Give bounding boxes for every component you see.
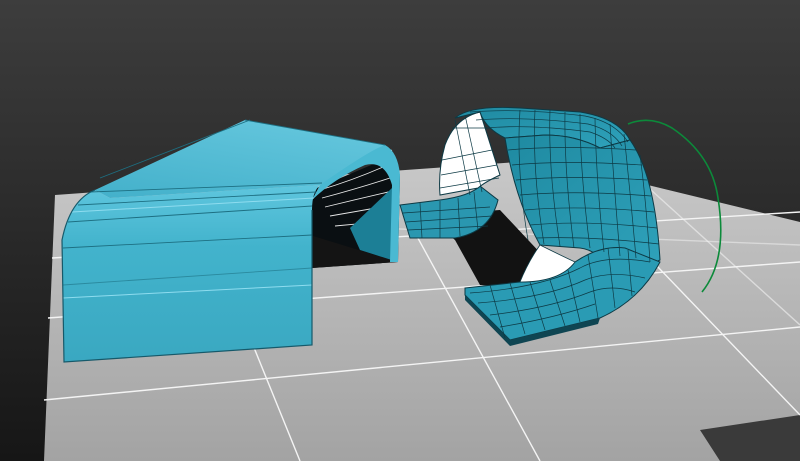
3d-viewport[interactable] bbox=[0, 0, 800, 461]
shell-left-front-face bbox=[62, 185, 320, 362]
viewport-scene[interactable] bbox=[0, 0, 800, 461]
